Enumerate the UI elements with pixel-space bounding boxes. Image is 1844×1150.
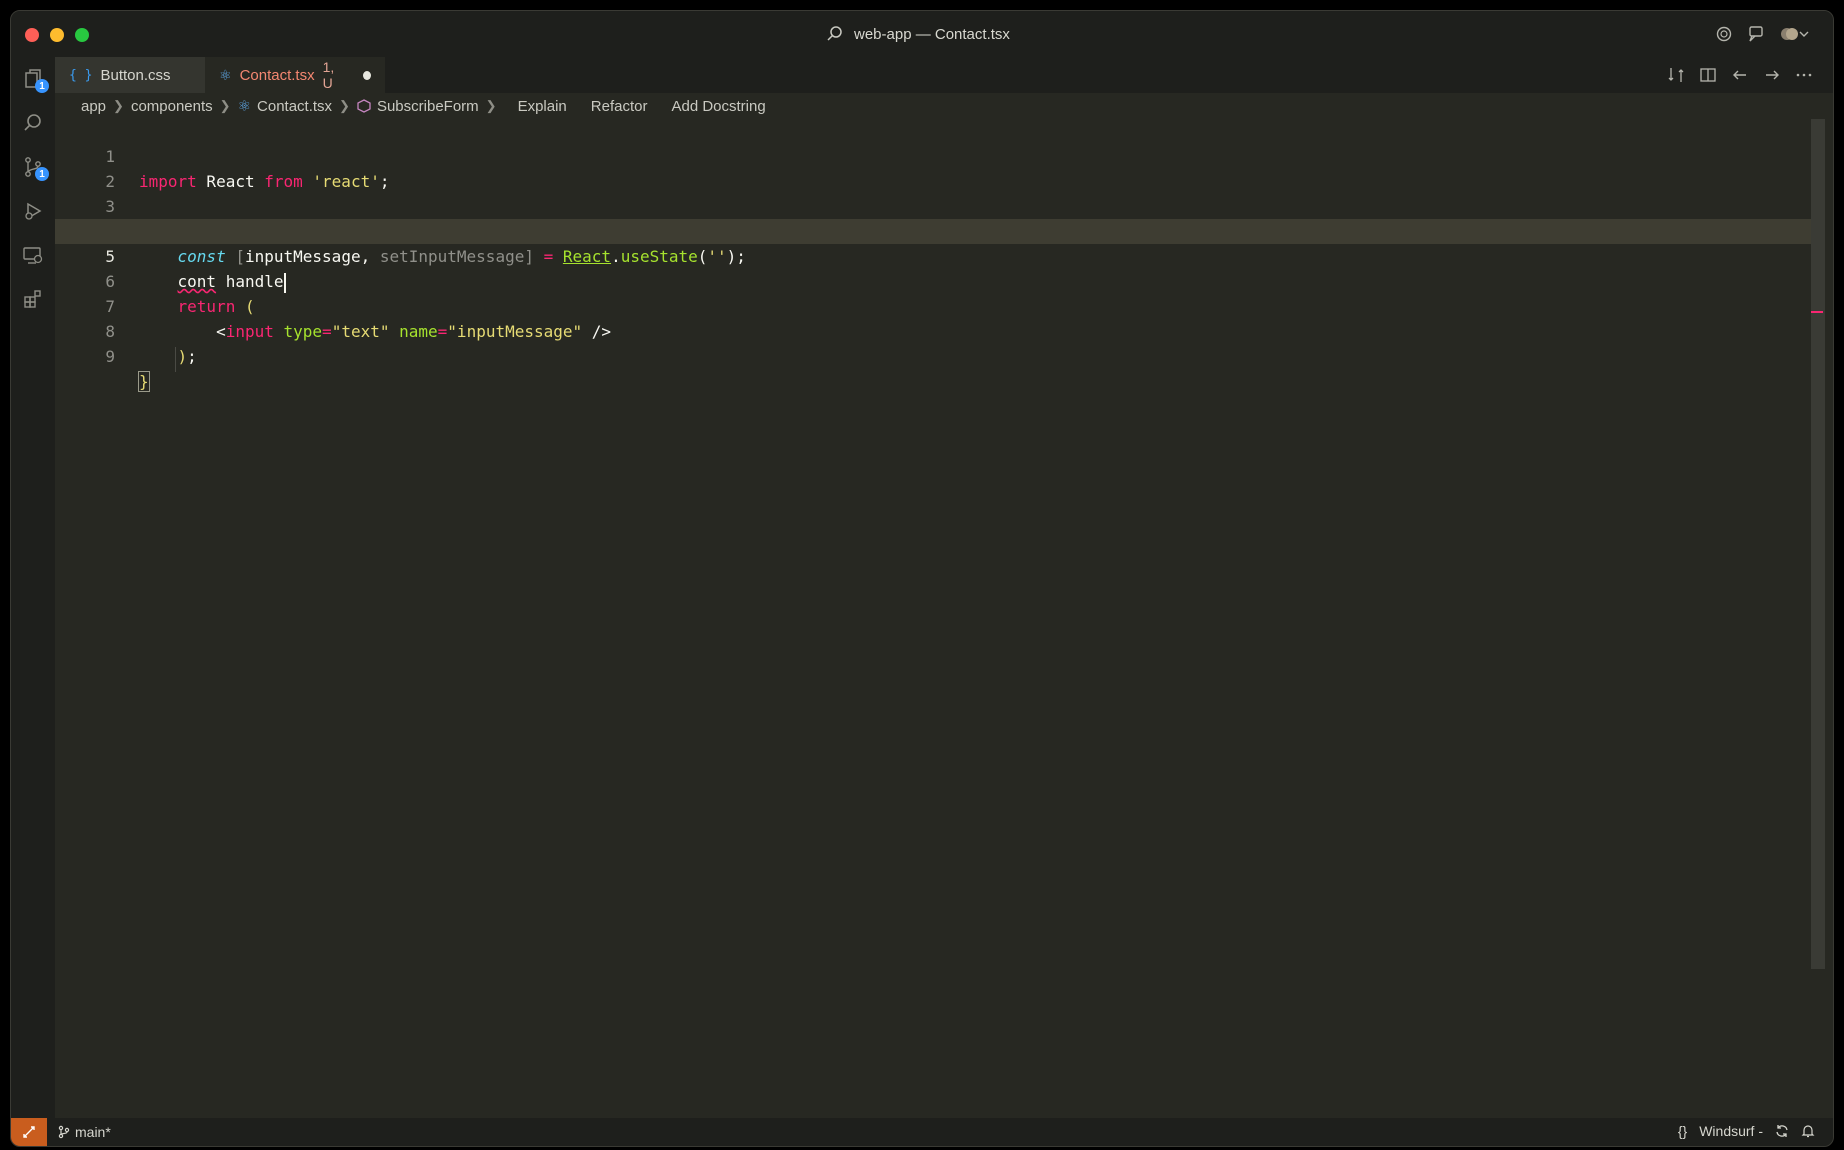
chevron-right-icon: ❯ bbox=[219, 98, 231, 113]
explorer-button[interactable]: 1 bbox=[11, 57, 55, 101]
title-bar: web-app — Contact.tsx bbox=[11, 11, 1833, 57]
account-icon[interactable] bbox=[1779, 25, 1809, 43]
remote-explorer-icon bbox=[22, 244, 44, 266]
code-line[interactable]: 9 } bbox=[55, 319, 1813, 392]
breadcrumb-item[interactable]: app bbox=[81, 98, 106, 115]
windsurf-status[interactable]: Windsurf - bbox=[1699, 1123, 1763, 1139]
chevron-right-icon: ❯ bbox=[113, 98, 124, 113]
arrow-right-icon[interactable] bbox=[1763, 66, 1781, 84]
search-button[interactable] bbox=[11, 101, 55, 145]
arrow-left-icon[interactable] bbox=[1731, 66, 1749, 84]
chevron-right-icon: ❯ bbox=[485, 98, 497, 113]
traffic-lights bbox=[25, 28, 89, 42]
tab-contact-tsx[interactable]: ⚛ Contact.tsx 1, U bbox=[205, 57, 385, 93]
editor-window: web-app — Contact.tsx 1 1 {} Button.css… bbox=[10, 10, 1834, 1147]
code-line[interactable]: 6 return ( bbox=[55, 244, 1813, 316]
bell-icon[interactable] bbox=[1801, 1124, 1815, 1138]
breadcrumb-item[interactable]: components bbox=[131, 98, 213, 115]
code-line[interactable]: 1 import React from 'react'; bbox=[55, 119, 1813, 191]
unsaved-dot-icon[interactable] bbox=[363, 70, 371, 80]
run-debug-button[interactable] bbox=[11, 189, 55, 233]
breadcrumb: app ❯ components ❯ ⚛ Contact.tsx ❯ Subsc… bbox=[81, 93, 766, 119]
tab-button-css[interactable]: { } Button.css bbox=[55, 57, 205, 93]
tab-status: 1, U bbox=[322, 59, 335, 91]
explain-lens[interactable]: Explain bbox=[518, 98, 567, 115]
source-control-button[interactable]: 1 bbox=[11, 145, 55, 189]
vertical-scrollbar[interactable] bbox=[1811, 119, 1825, 969]
react-file-icon: ⚛ bbox=[219, 66, 232, 83]
sync-icon[interactable] bbox=[1775, 1124, 1789, 1138]
search-icon bbox=[22, 112, 44, 134]
status-right-items: {} Windsurf - bbox=[1678, 1123, 1815, 1139]
chevron-right-icon: ❯ bbox=[339, 98, 350, 113]
maximize-window-button[interactable] bbox=[75, 28, 89, 42]
react-file-icon: ⚛ bbox=[237, 98, 252, 115]
minimize-window-button[interactable] bbox=[50, 28, 64, 42]
close-window-button[interactable] bbox=[25, 28, 39, 42]
search-icon bbox=[826, 25, 844, 43]
remote-indicator[interactable] bbox=[11, 1118, 47, 1146]
remote-icon bbox=[22, 1125, 36, 1139]
code-line[interactable]: 2 bbox=[55, 144, 1813, 191]
line-code: ); bbox=[177, 347, 197, 366]
language-braces[interactable]: {} bbox=[1678, 1123, 1687, 1139]
code-line[interactable]: 4 const [inputMessage, setInputMessage] … bbox=[55, 194, 1813, 266]
code-line-current[interactable]: 5 cont handle bbox=[55, 219, 1813, 293]
command-center[interactable]: web-app — Contact.tsx bbox=[826, 23, 1010, 45]
title-actions bbox=[1715, 25, 1809, 43]
code-line[interactable]: 7 <input type="text" name="inputMessage"… bbox=[55, 269, 1813, 341]
extensions-button[interactable] bbox=[11, 277, 55, 321]
tab-label: Button.css bbox=[100, 66, 171, 84]
explorer-badge: 1 bbox=[35, 79, 49, 93]
run-debug-icon bbox=[22, 200, 44, 222]
symbol-function-icon bbox=[357, 99, 371, 113]
tab-bar: { } Button.css ⚛ Contact.tsx 1, U bbox=[55, 57, 1833, 93]
status-bar: main* {} Windsurf - bbox=[11, 1118, 1833, 1146]
remote-explorer-button[interactable] bbox=[11, 233, 55, 277]
editor-actions bbox=[1667, 66, 1813, 84]
scm-badge: 1 bbox=[35, 167, 49, 181]
git-branch-icon bbox=[57, 1125, 71, 1139]
compare-changes-icon[interactable] bbox=[1667, 66, 1685, 84]
line-number: 9 bbox=[105, 347, 115, 366]
css-file-icon: { } bbox=[69, 67, 93, 83]
refactor-lens[interactable]: Refactor bbox=[591, 98, 648, 115]
branch-indicator[interactable]: main* bbox=[57, 1124, 111, 1140]
tab-label: Contact.tsx bbox=[239, 66, 315, 84]
breadcrumb-item[interactable]: SubscribeForm bbox=[377, 98, 479, 115]
code-line[interactable]: 8 ); bbox=[55, 294, 1813, 366]
add-docstring-lens[interactable]: Add Docstring bbox=[671, 98, 765, 115]
chat-icon[interactable] bbox=[1747, 25, 1765, 43]
window-title: web-app — Contact.tsx bbox=[854, 25, 1010, 43]
code-line[interactable]: 3 export default function SubscribeForm(… bbox=[55, 169, 1813, 242]
extensions-icon bbox=[22, 288, 44, 310]
error-marker bbox=[1811, 311, 1823, 313]
code-editor[interactable]: 1 import React from 'react'; 2 3 export … bbox=[55, 119, 1813, 1118]
breadcrumb-item[interactable]: Contact.tsx bbox=[257, 98, 332, 115]
more-actions-icon[interactable] bbox=[1795, 66, 1813, 84]
activity-bar: 1 1 bbox=[11, 57, 55, 1120]
branch-name: main* bbox=[75, 1124, 111, 1140]
copilot-icon[interactable] bbox=[1715, 25, 1733, 43]
line-code: } bbox=[138, 371, 150, 392]
split-editor-icon[interactable] bbox=[1699, 66, 1717, 84]
